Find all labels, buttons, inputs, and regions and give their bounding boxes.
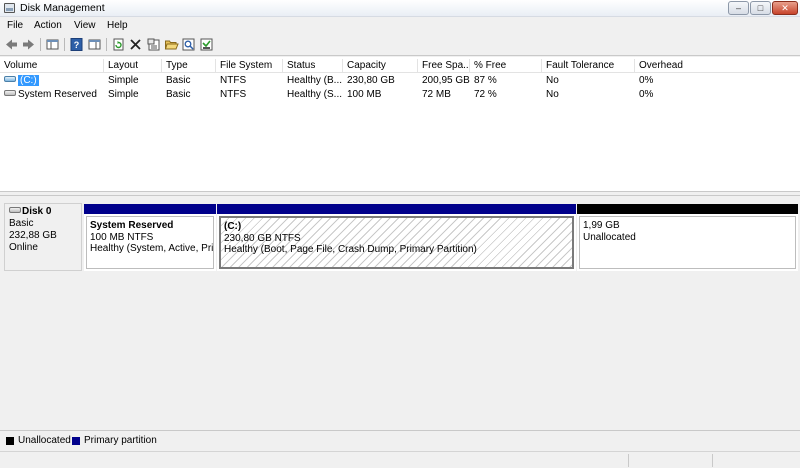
toolbar-separator xyxy=(40,38,41,51)
status-segment xyxy=(712,454,713,467)
status-bar xyxy=(0,451,800,468)
legend: Unallocated Primary partition xyxy=(0,430,800,451)
show-hide-console-tree-icon[interactable] xyxy=(45,37,60,52)
column-header-status[interactable]: Status xyxy=(283,59,343,73)
disk-name: Disk 0 xyxy=(22,206,52,217)
table-row[interactable]: (C:) Simple Basic NTFS Healthy (B... 230… xyxy=(0,74,800,87)
unallocated-swatch xyxy=(6,437,14,445)
minimize-button[interactable]: – xyxy=(728,1,749,15)
percent-free-cell: 87 % xyxy=(474,75,497,86)
status-segment xyxy=(628,454,629,467)
menu-view[interactable]: View xyxy=(74,20,96,31)
legend-label-unallocated: Unallocated xyxy=(18,435,71,446)
title-bar: Disk Management – □ ✕ xyxy=(0,0,800,17)
properties-list-icon[interactable] xyxy=(87,37,102,52)
partition-c[interactable]: (C:) 230,80 GB NTFS Healthy (Boot, Page … xyxy=(217,204,576,271)
column-header-fault-tolerance[interactable]: Fault Tolerance xyxy=(542,59,635,73)
toolbar-separator xyxy=(106,38,107,51)
capacity-cell: 230,80 GB xyxy=(347,75,395,86)
volume-cell[interactable]: System Reserved xyxy=(0,88,104,101)
partition-size: 1,99 GB xyxy=(583,220,620,231)
disk-icon xyxy=(9,207,21,214)
toolbar: ? xyxy=(0,34,800,56)
column-header-capacity[interactable]: Capacity xyxy=(343,59,418,73)
rescan-disks-icon[interactable] xyxy=(199,37,214,52)
partition-status: Healthy (System, Active, Prim xyxy=(90,243,214,254)
column-header-file-system[interactable]: File System xyxy=(216,59,283,73)
status-cell: Healthy (B... xyxy=(287,75,343,86)
toolbar-separator xyxy=(64,38,65,51)
partition-body: 1,99 GB Unallocated xyxy=(579,216,796,269)
explore-icon[interactable] xyxy=(181,37,196,52)
partition-system-reserved[interactable]: System Reserved 100 MB NTFS Healthy (Sys… xyxy=(84,204,216,271)
column-header-free-space[interactable]: Free Spa... xyxy=(418,59,470,73)
partition-status: Unallocated xyxy=(583,231,636,243)
maximize-button[interactable]: □ xyxy=(750,1,771,15)
help-icon[interactable]: ? xyxy=(69,37,84,52)
partition-size: 100 MB NTFS xyxy=(90,231,154,243)
delete-icon[interactable] xyxy=(128,37,143,52)
window-title: Disk Management xyxy=(20,2,105,14)
partition-size: 230,80 GB NTFS xyxy=(224,232,301,244)
unallocated-bar xyxy=(577,204,798,214)
back-arrow-icon[interactable] xyxy=(4,37,19,52)
primary-partition-bar xyxy=(217,204,576,214)
close-button[interactable]: ✕ xyxy=(772,1,798,15)
primary-partition-bar xyxy=(84,204,216,214)
forward-arrow-icon[interactable] xyxy=(21,37,36,52)
capacity-cell: 100 MB xyxy=(347,89,382,100)
volume-cell[interactable]: (C:) xyxy=(0,74,104,87)
menu-file[interactable]: File xyxy=(7,20,23,31)
volume-name: (C:) xyxy=(18,75,39,86)
fault-tolerance-cell: No xyxy=(546,75,559,86)
status-cell: Healthy (S... xyxy=(287,89,343,100)
percent-free-cell: 72 % xyxy=(474,89,497,100)
layout-cell: Simple xyxy=(108,75,139,86)
fault-tolerance-cell: No xyxy=(546,89,559,100)
drive-icon xyxy=(4,90,16,97)
free-space-cell: 200,95 GB xyxy=(422,75,470,86)
file-system-cell: NTFS xyxy=(220,89,247,100)
volume-name: System Reserved xyxy=(18,89,97,100)
disk-management-app-icon xyxy=(4,3,15,13)
file-system-cell: NTFS xyxy=(220,75,247,86)
primary-partition-swatch xyxy=(72,437,80,445)
disk-0-label[interactable]: Disk 0 Basic 232,88 GB Online xyxy=(4,203,82,271)
menu-action[interactable]: Action xyxy=(34,20,62,31)
disk-state: Online xyxy=(9,242,38,253)
table-row[interactable]: System Reserved Simple Basic NTFS Health… xyxy=(0,88,800,101)
column-header-volume[interactable]: Volume xyxy=(0,59,104,73)
drive-icon xyxy=(4,76,16,83)
partition-body: System Reserved 100 MB NTFS Healthy (Sys… xyxy=(86,216,214,269)
menu-help[interactable]: Help xyxy=(107,20,128,31)
overhead-cell: 0% xyxy=(639,89,654,100)
partition-body: (C:) 230,80 GB NTFS Healthy (Boot, Page … xyxy=(219,216,574,269)
legend-label-primary-partition: Primary partition xyxy=(84,435,157,446)
column-header-percent-free[interactable]: % Free xyxy=(470,59,542,73)
volume-list: Volume Layout Type File System Status Ca… xyxy=(0,57,800,191)
svg-text:?: ? xyxy=(74,40,80,50)
partition-name: System Reserved xyxy=(90,220,174,231)
partition-name: (C:) xyxy=(224,221,242,232)
refresh-icon[interactable] xyxy=(111,37,126,52)
free-space-cell: 72 MB xyxy=(422,89,451,100)
column-header-layout[interactable]: Layout xyxy=(104,59,162,73)
disk-type: Basic xyxy=(9,218,34,229)
disk-size: 232,88 GB xyxy=(9,230,57,241)
column-header-overhead[interactable]: Overhead xyxy=(635,59,800,73)
type-cell: Basic xyxy=(166,75,191,86)
layout-cell: Simple xyxy=(108,89,139,100)
overhead-cell: 0% xyxy=(639,75,654,86)
partition-status: Healthy (Boot, Page File, Crash Dump, Pr… xyxy=(224,244,477,255)
partition-unallocated[interactable]: 1,99 GB Unallocated xyxy=(577,204,798,271)
properties-icon[interactable] xyxy=(146,37,161,52)
open-folder-icon[interactable] xyxy=(164,37,179,52)
volume-list-header: Volume Layout Type File System Status Ca… xyxy=(0,59,800,73)
graphical-disk-view: Disk 0 Basic 232,88 GB Online System Res… xyxy=(0,196,800,429)
menu-bar: File Action View Help xyxy=(0,17,800,34)
column-header-type[interactable]: Type xyxy=(162,59,216,73)
type-cell: Basic xyxy=(166,89,191,100)
